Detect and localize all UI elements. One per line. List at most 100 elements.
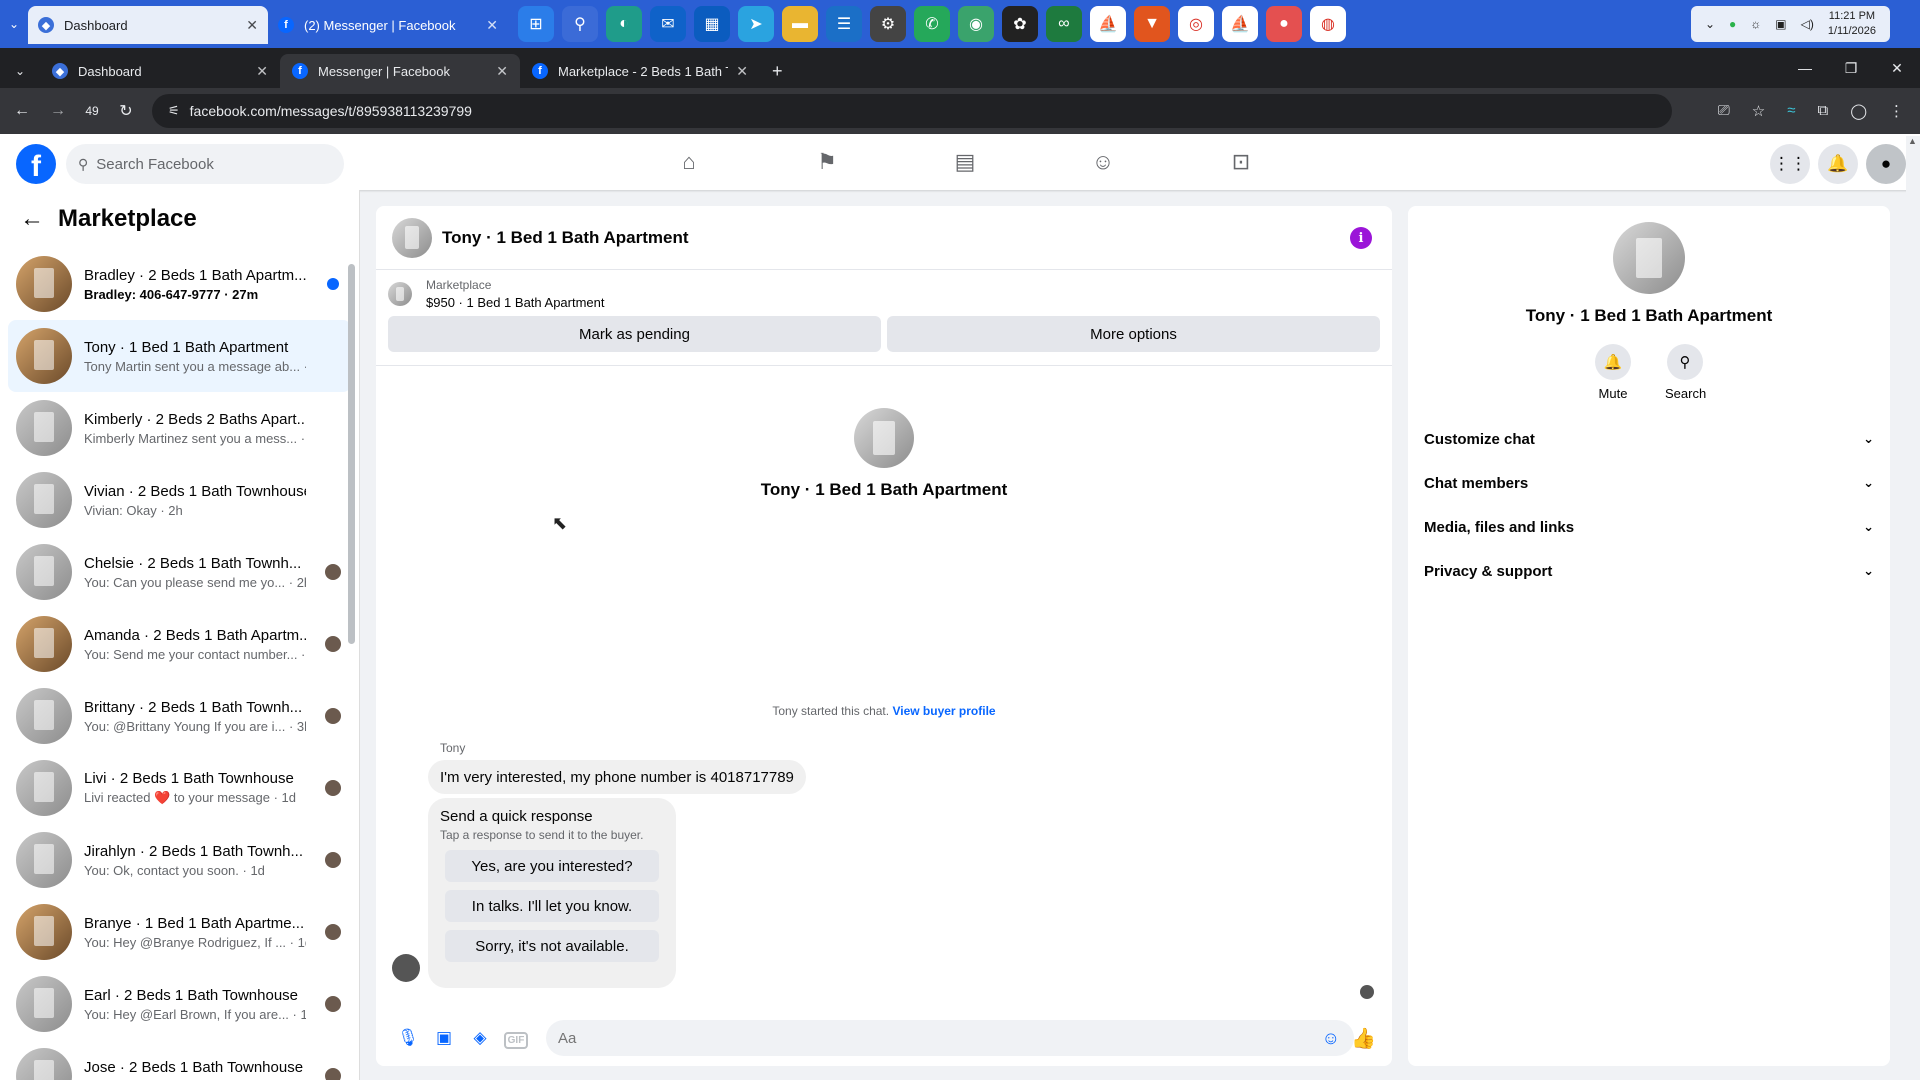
close-window-icon[interactable]: ✕ (1874, 48, 1920, 88)
brightness-icon[interactable]: ☼ (1750, 17, 1761, 31)
folder-icon[interactable]: ▬ (782, 6, 818, 42)
privacy-support-section[interactable]: Privacy & support ⌄ (1416, 549, 1882, 593)
windows-start-icon[interactable]: ⊞ (518, 6, 554, 42)
back-arrow-icon[interactable]: ← (20, 205, 44, 233)
chrome-icon[interactable]: ◎ (1178, 6, 1214, 42)
view-buyer-profile-link[interactable]: View buyer profile (892, 704, 995, 718)
settings-icon[interactable]: ⚙ (870, 6, 906, 42)
forward-icon[interactable]: → (44, 102, 72, 120)
quick-response-in-talks[interactable]: In talks. I'll let you know. (445, 890, 659, 922)
notifications-bell-icon[interactable]: 🔔 (1818, 144, 1858, 184)
restore-icon[interactable]: ❐ (1828, 48, 1874, 88)
facebook-logo-icon[interactable]: f (16, 144, 56, 184)
conversation-item[interactable]: Bradley · 2 Beds 1 Bath Apartm... Bradley… (8, 248, 351, 320)
sail-icon[interactable]: ⛵ (1090, 6, 1126, 42)
like-thumb-icon[interactable]: 👍 (1351, 1026, 1376, 1051)
facebook-search[interactable]: ⚲ Search Facebook (66, 144, 344, 184)
message-input[interactable] (546, 1020, 1354, 1056)
notepad-icon[interactable]: ☰ (826, 6, 862, 42)
network-icon[interactable]: ▣ (1775, 17, 1786, 31)
gaming-icon[interactable]: ⊡ (1172, 134, 1310, 190)
install-app-icon[interactable]: ⎚ (1718, 102, 1730, 120)
app-icon[interactable]: ● (1266, 6, 1302, 42)
os-tab-dashboard[interactable]: ◆ Dashboard ✕ (28, 6, 268, 44)
volume-icon[interactable]: ◁) (1801, 17, 1814, 31)
tab-list-dropdown-icon[interactable]: ⌄ (0, 10, 28, 38)
conversation-item[interactable]: Chelsie · 2 Beds 1 Bath Townh... You: Can… (8, 536, 351, 608)
close-icon[interactable]: ✕ (486, 17, 498, 34)
browser-tab-marketplace[interactable]: f Marketplace - 2 Beds 1 Bath To ✕ (520, 54, 760, 88)
listing-thumbnail[interactable] (388, 282, 412, 306)
extension-icon[interactable]: ≈ (1787, 102, 1795, 120)
chat-members-section[interactable]: Chat members ⌄ (1416, 461, 1882, 505)
info-avatar[interactable] (1613, 222, 1685, 294)
intro-avatar[interactable] (854, 408, 914, 468)
app-icon[interactable]: ◍ (1310, 6, 1346, 42)
page-scrollbar[interactable] (1906, 136, 1920, 1080)
home-icon[interactable]: ⌂ (620, 134, 758, 190)
back-icon[interactable]: ← (8, 102, 36, 120)
chat-title[interactable]: Tony · 1 Bed 1 Bath Apartment (442, 228, 689, 248)
reload-icon[interactable]: ↻ (112, 101, 140, 121)
conversation-item[interactable]: Brittany · 2 Beds 1 Bath Townh... You: @B… (8, 680, 351, 752)
conversation-item[interactable]: Branye · 1 Bed 1 Bath Apartme... You: Hey… (8, 896, 351, 968)
extensions-puzzle-icon[interactable]: ⧉ (1817, 102, 1828, 120)
conversation-item[interactable]: Tony · 1 Bed 1 Bath Apartment Tony Martin… (8, 320, 351, 392)
sender-avatar[interactable] (392, 954, 420, 982)
sail-icon[interactable]: ⛵ (1222, 6, 1258, 42)
message-bubble[interactable]: I'm very interested, my phone number is … (428, 760, 806, 794)
telegram-icon[interactable]: ➤ (738, 6, 774, 42)
conversation-item[interactable]: Vivian · 2 Beds 1 Bath Townhouse Vivian: … (8, 464, 351, 536)
minimize-icon[interactable]: — (1782, 48, 1828, 88)
vpn-icon[interactable]: ◉ (958, 6, 994, 42)
search-button[interactable]: ⚲ Search (1665, 344, 1706, 401)
gif-icon[interactable]: GIF (498, 1028, 534, 1049)
bookmark-star-icon[interactable]: ☆ (1752, 102, 1765, 120)
conversation-item[interactable]: Jirahlyn · 2 Beds 1 Bath Townh... You: Ok… (8, 824, 351, 896)
color-picker-icon[interactable]: ✿ (1002, 6, 1038, 42)
os-tab-messenger[interactable]: f (2) Messenger | Facebook ✕ (268, 6, 508, 44)
conversation-item[interactable]: Jose · 2 Beds 1 Bath TownhouseYou: Hey @… (8, 1040, 351, 1080)
edge-icon[interactable]: ◐ (606, 6, 642, 42)
new-tab-button[interactable]: + (772, 61, 783, 82)
whatsapp-icon[interactable]: ✆ (914, 6, 950, 42)
mute-button[interactable]: 🔔 Mute (1593, 344, 1633, 401)
photo-icon[interactable]: ▣ (426, 1028, 462, 1048)
marketplace-store-icon[interactable]: ▤ (896, 134, 1034, 190)
profile-icon[interactable]: ◯ (1850, 102, 1867, 120)
more-options-button[interactable]: More options (887, 316, 1380, 352)
close-icon[interactable]: ✕ (256, 63, 268, 80)
menu-grid-icon[interactable]: ⋮⋮ (1770, 144, 1810, 184)
media-files-links-section[interactable]: Media, files and links ⌄ (1416, 505, 1882, 549)
app-icon[interactable]: ∞ (1046, 6, 1082, 42)
close-icon[interactable]: ✕ (736, 63, 748, 80)
listing-price[interactable]: $950 · 1 Bed 1 Bath Apartment (426, 295, 605, 310)
mark-as-pending-button[interactable]: Mark as pending (388, 316, 881, 352)
chat-avatar[interactable] (392, 217, 432, 258)
tab-search-icon[interactable]: ⌄ (6, 57, 34, 85)
search-icon[interactable]: ⚲ (562, 6, 598, 42)
conversation-item[interactable]: Livi · 2 Beds 1 Bath Townhouse Livi react… (8, 752, 351, 824)
browser-tab-dashboard[interactable]: ◆ Dashboard ✕ (40, 54, 280, 88)
info-icon[interactable]: i (1350, 227, 1372, 249)
sidebar-scrollbar[interactable] (348, 250, 355, 1070)
store-icon[interactable]: ▦ (694, 6, 730, 42)
menu-kebab-icon[interactable]: ⋮ (1889, 102, 1904, 120)
pages-flag-icon[interactable]: ⚑ (758, 134, 896, 190)
emoji-icon[interactable]: ☺ (1322, 1028, 1340, 1049)
quick-response-not-available[interactable]: Sorry, it's not available. (445, 930, 659, 962)
conversation-item[interactable]: Kimberly · 2 Beds 2 Baths Apart... Kimber… (8, 392, 351, 464)
conversation-item[interactable]: Earl · 2 Beds 1 Bath Townhouse You: Hey @… (8, 968, 351, 1040)
brave-icon[interactable]: ▼ (1134, 6, 1170, 42)
close-icon[interactable]: ✕ (246, 17, 258, 34)
chevron-down-icon[interactable]: ⌄ (1705, 17, 1715, 31)
site-info-icon[interactable]: ⚟ (168, 103, 180, 119)
browser-tab-messenger[interactable]: f Messenger | Facebook ✕ (280, 54, 520, 88)
quick-response-yes[interactable]: Yes, are you interested? (445, 850, 659, 882)
url-field[interactable]: ⚟ facebook.com/messages/t/89593811323979… (152, 94, 1672, 128)
conversation-item[interactable]: Amanda · 2 Beds 1 Bath Apartm... You: Sen… (8, 608, 351, 680)
account-avatar[interactable]: ● (1866, 144, 1906, 184)
sticker-icon[interactable]: ◈ (462, 1028, 498, 1048)
clock[interactable]: 11:21 PM 1/11/2026 (1828, 9, 1876, 39)
outlook-icon[interactable]: ✉ (650, 6, 686, 42)
